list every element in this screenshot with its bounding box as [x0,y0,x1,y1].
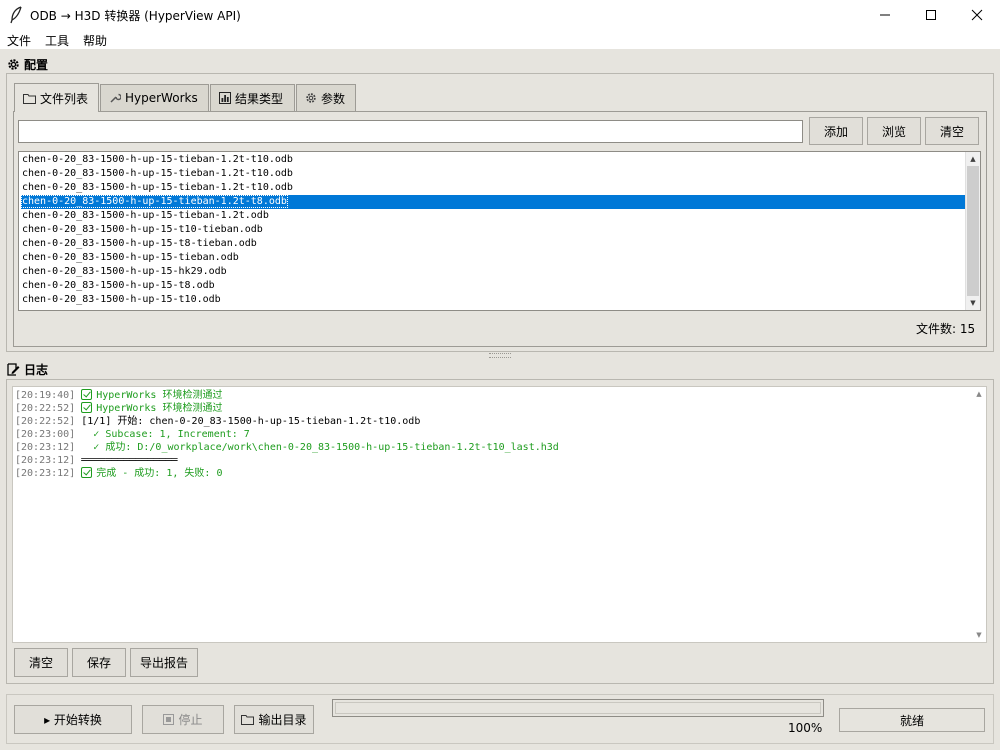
add-button[interactable]: 添加 [809,117,863,145]
log-message: HyperWorks 环境检测通过 [96,390,223,401]
log-line: [20:23:12] ════════════════ [15,454,178,467]
maximize-icon [926,10,936,20]
file-list[interactable]: chen-0-20_83-1500-h-up-15-tieban-1.2t-t1… [18,151,981,311]
menu-file[interactable]: 文件 [7,32,31,49]
scroll-down-icon[interactable]: ▼ [972,628,986,642]
log-output[interactable]: [20:19:40] HyperWorks 环境检测通过 [20:22:52] H… [12,386,987,643]
save-log-button[interactable]: 保存 [72,648,126,677]
log-timestamp: [20:23:12] [15,468,76,479]
log-message: 完成 - 成功: 1, 失败: 0 [96,468,223,479]
menu-tools[interactable]: 工具 [45,32,69,49]
export-report-button[interactable]: 导出报告 [130,648,198,677]
progress-fill [335,702,821,714]
splitter-handle[interactable] [489,353,511,358]
check-icon [81,467,93,478]
log-header: 日志 [7,361,48,378]
log-message: [1/1] 开始: chen-0-20_83-1500-h-up-15-tieb… [81,416,421,427]
log-timestamp: [20:19:40] [15,390,76,401]
stop-icon [163,714,175,725]
stop-label: 停止 [178,713,203,727]
log-scrollbar[interactable]: ▲ ▼ [972,387,986,642]
close-button[interactable] [954,0,1000,30]
log-line: [20:19:40] HyperWorks 环境检测通过 [15,389,222,402]
minimize-button[interactable] [862,0,908,30]
gear-icon [306,93,316,103]
log-message: ✓ Subcase: 1, Increment: 7 [81,429,250,440]
check-icon [81,389,93,400]
list-item[interactable]: chen-0-20_83-1500-h-up-15-tieban-1.2t-t1… [21,181,966,195]
list-item[interactable]: chen-0-20_83-1500-h-up-15-t8-tieban.odb [21,237,966,251]
log-line: [20:23:12] ✓ 成功: D:/0_workplace/work\che… [15,441,559,454]
log-message: HyperWorks 环境检测通过 [96,403,223,414]
tab-label: 结果类型 [235,91,284,106]
menu-bar [0,30,1000,49]
window-title: ODB → H3D 转换器 (HyperView API) [30,9,241,23]
list-item[interactable]: chen-0-20_83-1500-h-up-15-tieban.odb [21,251,966,265]
list-item-selected[interactable]: chen-0-20_83-1500-h-up-15-tieban-1.2t-t8… [21,195,966,209]
tab-hyperworks[interactable]: HyperWorks [100,84,209,111]
clear-list-button[interactable]: 清空 [925,117,979,145]
tab-label: 文件列表 [40,91,89,106]
maximize-button[interactable] [908,0,954,30]
file-count: 文件数: 15 [916,322,976,336]
tab-parameters[interactable]: 参数 [296,84,356,111]
status-label: 就绪 [839,708,985,732]
menu-help[interactable]: 帮助 [83,32,107,49]
scroll-up-icon[interactable]: ▲ [972,387,986,401]
start-convert-button[interactable]: ▸ 开始转换 [14,705,132,734]
log-timestamp: [20:23:12] [15,455,76,466]
check-icon [81,402,93,413]
output-dir-button[interactable]: 输出目录 [234,705,314,734]
log-timestamp: [20:22:52] [15,403,76,414]
list-item[interactable]: chen-0-20_83-1500-h-up-15-tieban-1.2t-t1… [21,153,966,167]
tab-label: 参数 [321,91,346,106]
folder-icon [23,93,36,104]
list-item[interactable]: chen-0-20_83-1500-h-up-15-t10-tieban.odb [21,223,966,237]
log-line: [20:23:12] 完成 - 成功: 1, 失败: 0 [15,467,222,480]
gear-icon [8,59,19,70]
minimize-icon [880,14,890,16]
log-timestamp: [20:23:00] [15,429,76,440]
output-dir-label: 输出目录 [258,713,307,727]
stop-button[interactable]: 停止 [142,705,224,734]
config-title: 配置 [24,58,49,72]
log-line: [20:22:52] HyperWorks 环境检测通过 [15,402,222,415]
log-message: ════════════════ [81,455,178,466]
log-message: ✓ 成功: D:/0_workplace/work\chen-0-20_83-1… [81,442,559,453]
list-item[interactable]: chen-0-20_83-1500-h-up-15-hk29.odb [21,265,966,279]
log-line: [20:23:00] ✓ Subcase: 1, Increment: 7 [15,428,250,441]
list-item[interactable]: chen-0-20_83-1500-h-up-15-t8.odb [21,279,966,293]
list-item[interactable]: chen-0-20_83-1500-h-up-15-tieban-1.2t-t1… [21,167,966,181]
folder-icon [241,715,255,725]
wrench-icon [110,93,121,103]
list-item[interactable]: chen-0-20_83-1500-h-up-15-t10.odb [21,293,966,307]
tab-label: HyperWorks [125,91,198,105]
feather-icon [10,6,22,24]
progress-percent: 100% [788,721,823,735]
log-line: [20:22:52] [1/1] 开始: chen-0-20_83-1500-h… [15,415,420,428]
config-header: 配置 [7,56,48,73]
path-input[interactable] [18,120,803,143]
scroll-down-icon[interactable]: ▼ [966,296,980,310]
clear-log-button[interactable]: 清空 [14,648,68,677]
tab-result-types[interactable]: 结果类型 [210,84,295,111]
edit-document-icon [7,363,20,376]
file-list-scrollbar[interactable]: ▲ ▼ [965,152,980,310]
list-item[interactable]: chen-0-20_83-1500-h-up-15-tieban-1.2t.od… [21,209,966,223]
browse-button[interactable]: 浏览 [867,117,921,145]
scroll-up-icon[interactable]: ▲ [966,152,980,166]
bar-chart-icon [219,92,231,104]
tab-file-list[interactable]: 文件列表 [14,83,99,112]
log-timestamp: [20:23:12] [15,442,76,453]
scrollbar-thumb[interactable] [967,166,979,296]
log-timestamp: [20:22:52] [15,416,76,427]
log-title: 日志 [24,363,49,377]
close-icon [971,9,983,21]
